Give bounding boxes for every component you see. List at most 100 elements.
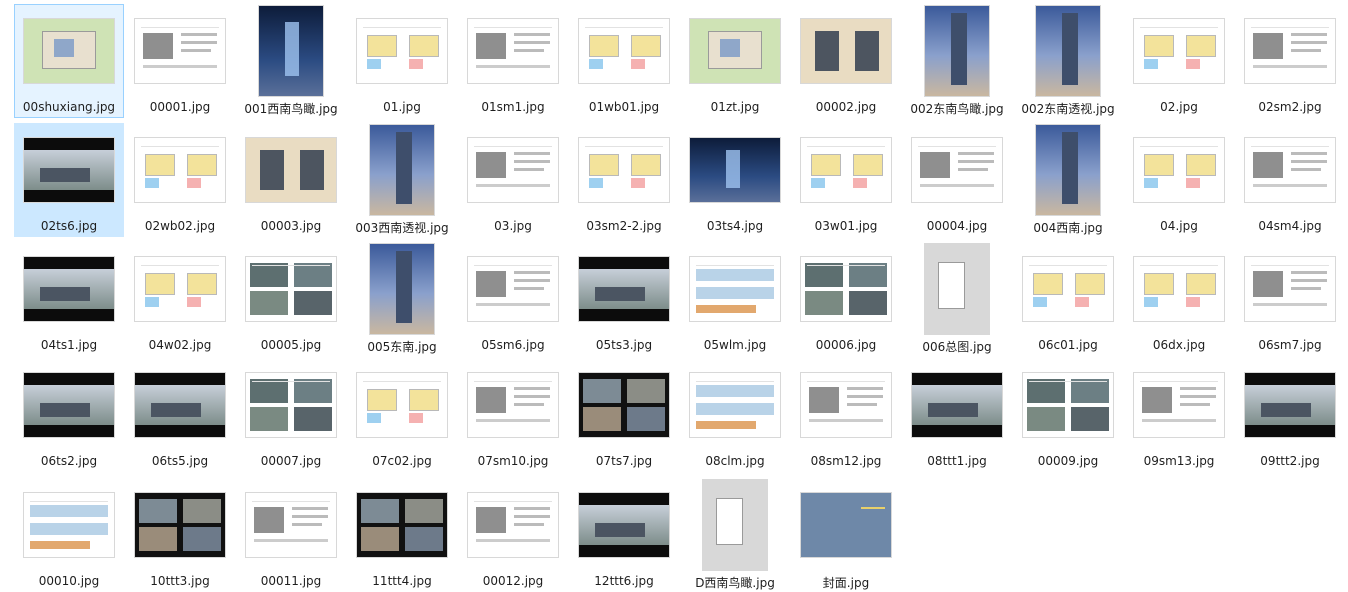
thumbnail-detail (294, 379, 332, 403)
file-item[interactable]: 02sm2.jpg (1235, 4, 1345, 118)
file-item[interactable]: 00002.jpg (791, 4, 901, 118)
thumbnail-frame (14, 123, 124, 217)
file-item[interactable]: 05wlm.jpg (680, 242, 790, 356)
thumbnail-frame (569, 358, 679, 452)
file-item[interactable]: 05sm6.jpg (458, 242, 568, 356)
thumbnail-image (246, 373, 336, 437)
file-item[interactable]: 03w01.jpg (791, 123, 901, 237)
file-item[interactable]: D西南鸟瞰.jpg (680, 478, 790, 592)
file-name: 01zt.jpg (710, 100, 760, 114)
file-item[interactable]: 00011.jpg (236, 478, 346, 592)
thumbnail-image (24, 373, 114, 437)
file-item[interactable]: 00007.jpg (236, 358, 346, 472)
file-item[interactable]: 02.jpg (1124, 4, 1234, 118)
file-item[interactable]: 封面.jpg (791, 478, 901, 592)
thumbnail-detail (631, 59, 645, 69)
file-item[interactable]: 09sm13.jpg (1124, 358, 1234, 472)
thumbnail-frame (680, 123, 790, 217)
thumbnail-detail (1144, 35, 1174, 57)
file-item[interactable]: 06c01.jpg (1013, 242, 1123, 356)
file-item[interactable]: 01sm1.jpg (458, 4, 568, 118)
thumbnail-image (135, 493, 225, 557)
file-item[interactable]: 03sm2-2.jpg (569, 123, 679, 237)
file-item[interactable]: 006总图.jpg (902, 242, 1012, 356)
thumbnail-image (1023, 257, 1113, 321)
file-name: 00011.jpg (260, 574, 322, 588)
file-item[interactable]: 04w02.jpg (125, 242, 235, 356)
file-item[interactable]: 00003.jpg (236, 123, 346, 237)
file-item[interactable]: 06dx.jpg (1124, 242, 1234, 356)
file-item[interactable]: 11ttt4.jpg (347, 478, 457, 592)
file-item[interactable]: 01zt.jpg (680, 4, 790, 118)
file-item[interactable]: 03.jpg (458, 123, 568, 237)
file-item[interactable]: 06ts2.jpg (14, 358, 124, 472)
file-item[interactable]: 001西南鸟瞰.jpg (236, 4, 346, 118)
thumbnail-frame (791, 4, 901, 98)
thumbnail-frame (458, 478, 568, 572)
thumbnail-detail (1186, 59, 1200, 69)
thumbnail-image (801, 19, 891, 83)
thumbnail-detail (696, 385, 774, 397)
thumbnail-detail (514, 403, 544, 406)
file-item[interactable]: 00006.jpg (791, 242, 901, 356)
thumbnail-detail (183, 499, 221, 523)
file-item[interactable]: 05ts3.jpg (569, 242, 679, 356)
thumbnail-detail (361, 527, 399, 551)
file-item[interactable]: 08clm.jpg (680, 358, 790, 472)
file-item[interactable]: 01wb01.jpg (569, 4, 679, 118)
file-name: 03ts4.jpg (706, 219, 764, 233)
thumbnail-detail (1142, 419, 1216, 422)
file-item[interactable]: 06ts5.jpg (125, 358, 235, 472)
file-name: 03sm2-2.jpg (586, 219, 662, 233)
thumbnail-detail (292, 507, 328, 510)
thumbnail-frame (569, 478, 679, 572)
file-item[interactable]: 02wb02.jpg (125, 123, 235, 237)
file-item[interactable]: 06sm7.jpg (1235, 242, 1345, 356)
file-name: 08clm.jpg (705, 454, 765, 468)
thumbnail-detail (849, 291, 887, 315)
thumbnail-detail (720, 39, 740, 57)
file-item[interactable]: 00001.jpg (125, 4, 235, 118)
thumbnail-detail (139, 499, 177, 523)
file-item[interactable]: 01.jpg (347, 4, 457, 118)
file-item[interactable]: 00005.jpg (236, 242, 346, 356)
file-item[interactable]: 08ttt1.jpg (902, 358, 1012, 472)
file-item[interactable]: 003西南透视.jpg (347, 123, 457, 237)
file-item[interactable]: 00012.jpg (458, 478, 568, 592)
file-item[interactable]: 00009.jpg (1013, 358, 1123, 472)
thumbnail-detail (476, 33, 506, 59)
thumbnail-image (24, 19, 114, 83)
file-item[interactable]: 10ttt3.jpg (125, 478, 235, 592)
thumbnail-detail (853, 178, 867, 188)
file-item[interactable]: 07sm10.jpg (458, 358, 568, 472)
thumbnail-detail (811, 154, 841, 176)
thumbnail-image (579, 19, 669, 83)
thumbnail-detail (1180, 395, 1216, 398)
file-item[interactable]: 04ts1.jpg (14, 242, 124, 356)
thumbnail-detail (847, 403, 877, 406)
file-item[interactable]: 02ts6.jpg (14, 123, 124, 237)
thumbnail-image (1134, 19, 1224, 83)
thumbnail-image (801, 373, 891, 437)
file-item[interactable]: 04.jpg (1124, 123, 1234, 237)
file-item[interactable]: 09ttt2.jpg (1235, 358, 1345, 472)
file-item[interactable]: 07ts7.jpg (569, 358, 679, 472)
file-item[interactable]: 04sm4.jpg (1235, 123, 1345, 237)
file-item[interactable]: 03ts4.jpg (680, 123, 790, 237)
thumbnail-detail (476, 152, 506, 178)
file-item[interactable]: 005东南.jpg (347, 242, 457, 356)
thumbnail-detail (1186, 297, 1200, 307)
file-item[interactable]: 12ttt6.jpg (569, 478, 679, 592)
file-item[interactable]: 00shuxiang.jpg (14, 4, 124, 118)
thumbnail-detail (1261, 403, 1311, 417)
thumbnail-detail (254, 539, 328, 542)
file-item[interactable]: 004西南.jpg (1013, 123, 1123, 237)
file-item[interactable]: 00010.jpg (14, 478, 124, 592)
file-item[interactable]: 002东南鸟瞰.jpg (902, 4, 1012, 118)
file-item[interactable]: 07c02.jpg (347, 358, 457, 472)
thumbnail-image (801, 138, 891, 202)
file-item[interactable]: 00004.jpg (902, 123, 1012, 237)
file-item[interactable]: 002东南透视.jpg (1013, 4, 1123, 118)
thumbnail-image (1036, 125, 1100, 215)
file-item[interactable]: 08sm12.jpg (791, 358, 901, 472)
